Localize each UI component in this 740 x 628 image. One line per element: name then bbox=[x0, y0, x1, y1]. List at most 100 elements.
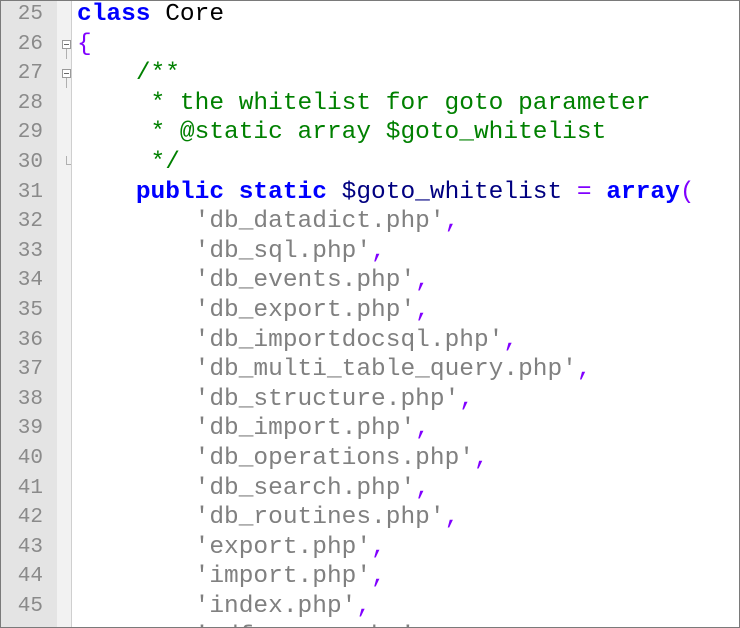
code-line[interactable]: 27 /** bbox=[1, 59, 739, 89]
line-number: 25 bbox=[17, 3, 43, 26]
fold-blank bbox=[60, 266, 72, 296]
line-number: 46 bbox=[1, 622, 43, 627]
code-token-op: , bbox=[415, 297, 430, 324]
code-text[interactable]: 'db_export.php', bbox=[77, 296, 430, 326]
code-text[interactable]: 'db_sql.php', bbox=[77, 237, 386, 267]
code-line[interactable]: 43 'export.php', bbox=[1, 533, 739, 563]
code-token-op: , bbox=[444, 504, 460, 532]
code-line[interactable]: 41 'db_search.php', bbox=[1, 474, 739, 504]
code-line[interactable]: 42 'db_routines.php', bbox=[1, 503, 739, 533]
code-token-str: 'import.php' bbox=[194, 563, 372, 591]
code-line[interactable]: 38 'db_structure.php', bbox=[1, 385, 739, 415]
code-token-kw: public bbox=[135, 178, 225, 206]
code-text[interactable]: 'db_search.php', bbox=[77, 474, 430, 504]
fold-blank bbox=[60, 592, 72, 622]
code-line[interactable]: 40 'db_operations.php', bbox=[1, 444, 739, 474]
line-number: 30 bbox=[17, 151, 43, 174]
code-text[interactable]: 'pdf_pages.php', bbox=[77, 622, 430, 627]
code-line[interactable]: 28 * the whitelist for goto parameter bbox=[1, 89, 739, 119]
code-line[interactable]: 34 'db_events.php', bbox=[1, 266, 739, 296]
code-line[interactable]: 45 'index.php', bbox=[1, 592, 739, 622]
code-token-str: 'db_datadict.php' bbox=[194, 208, 445, 236]
fold-blank bbox=[60, 296, 72, 326]
code-text[interactable]: { bbox=[77, 30, 92, 60]
fold-blank bbox=[60, 474, 72, 504]
code-text[interactable]: 'db_events.php', bbox=[77, 266, 430, 296]
code-line[interactable]: 25 class Core bbox=[1, 1, 739, 30]
code-line[interactable]: 36 'db_importdocsql.php', bbox=[1, 326, 739, 356]
fold-toggle-icon[interactable] bbox=[60, 59, 72, 89]
code-line[interactable]: 37 'db_multi_table_query.php', bbox=[1, 355, 739, 385]
code-token-op: , bbox=[371, 533, 386, 561]
code-text[interactable]: public static $goto_whitelist = array( bbox=[77, 178, 695, 208]
code-editor[interactable]: 25 class Core 26{27 /** 28 * the whitelist … bbox=[0, 0, 740, 628]
code-line[interactable]: 30 */ bbox=[1, 148, 739, 178]
code-text[interactable]: 'export.php', bbox=[77, 533, 386, 563]
code-token-str: 'pdf_pages.php' bbox=[195, 623, 416, 627]
code-token-op: ( bbox=[679, 178, 695, 206]
code-text[interactable]: 'db_structure.php', bbox=[77, 385, 474, 415]
code-line[interactable]: 35 'db_export.php', bbox=[1, 296, 739, 326]
line-number: 42 bbox=[17, 506, 43, 530]
code-text[interactable]: 'db_datadict.php', bbox=[77, 207, 460, 237]
code-token-op: , bbox=[356, 593, 372, 620]
code-token-op: = bbox=[576, 178, 592, 206]
code-text[interactable]: class Core bbox=[77, 1, 225, 30]
fold-blank bbox=[60, 385, 72, 415]
code-text[interactable]: 'db_import.php', bbox=[77, 414, 430, 444]
code-text[interactable]: 'index.php', bbox=[77, 592, 371, 622]
fold-end-marker-icon bbox=[60, 148, 72, 178]
line-number: 41 bbox=[17, 476, 43, 500]
code-token-op: , bbox=[415, 267, 430, 295]
code-line[interactable]: 44 'import.php', bbox=[1, 562, 739, 592]
line-number: 38 bbox=[17, 387, 43, 411]
code-line[interactable]: 46 'pdf_pages.php', bbox=[1, 622, 739, 627]
line-number: 45 bbox=[17, 595, 43, 618]
code-line[interactable]: 32 'db_datadict.php', bbox=[1, 207, 739, 237]
code-token-str: 'db_sql.php' bbox=[194, 237, 372, 265]
code-token-brace: { bbox=[77, 30, 92, 58]
code-text[interactable]: 'db_importdocsql.php', bbox=[77, 326, 518, 356]
code-line[interactable]: 39 'db_import.php', bbox=[1, 414, 739, 444]
code-token-cmt: * @static array $goto_whitelist bbox=[77, 119, 607, 147]
code-text[interactable]: * the whitelist for goto parameter bbox=[77, 89, 651, 119]
code-token-plain: Core bbox=[150, 1, 225, 28]
code-text[interactable]: 'db_multi_table_query.php', bbox=[77, 355, 592, 385]
code-token-kw: static bbox=[238, 178, 327, 206]
fold-blank bbox=[60, 533, 72, 563]
code-text[interactable]: 'import.php', bbox=[77, 562, 386, 592]
line-number: 40 bbox=[17, 447, 43, 470]
code-text[interactable]: */ bbox=[77, 148, 180, 178]
code-line[interactable]: 26 { bbox=[1, 30, 739, 60]
code-text[interactable]: 'db_routines.php', bbox=[77, 503, 460, 533]
code-token-str: 'db_routines.php' bbox=[194, 504, 445, 532]
fold-blank bbox=[60, 178, 72, 208]
code-token-str: 'db_search.php' bbox=[194, 474, 416, 502]
code-text[interactable]: /** bbox=[77, 59, 180, 89]
line-number: 35 bbox=[17, 299, 43, 322]
fold-blank bbox=[60, 562, 72, 592]
code-token-str: 'export.php' bbox=[194, 533, 372, 561]
line-number: 37 bbox=[17, 358, 43, 382]
code-text[interactable]: * @static array $goto_whitelist bbox=[77, 118, 607, 148]
code-line[interactable]: 33 'db_sql.php', bbox=[1, 237, 739, 267]
code-line[interactable]: 29 * @static array $goto_whitelist bbox=[1, 118, 739, 148]
code-line[interactable]: 31 public static $goto_whitelist = array… bbox=[1, 178, 739, 208]
fold-blank bbox=[60, 207, 72, 237]
code-text[interactable]: 'db_operations.php', bbox=[77, 444, 489, 474]
fold-blank bbox=[60, 1, 72, 30]
code-token-op: , bbox=[371, 237, 386, 265]
fold-blank bbox=[60, 355, 72, 385]
line-number: 33 bbox=[17, 239, 43, 263]
fold-toggle-icon[interactable] bbox=[60, 30, 72, 60]
